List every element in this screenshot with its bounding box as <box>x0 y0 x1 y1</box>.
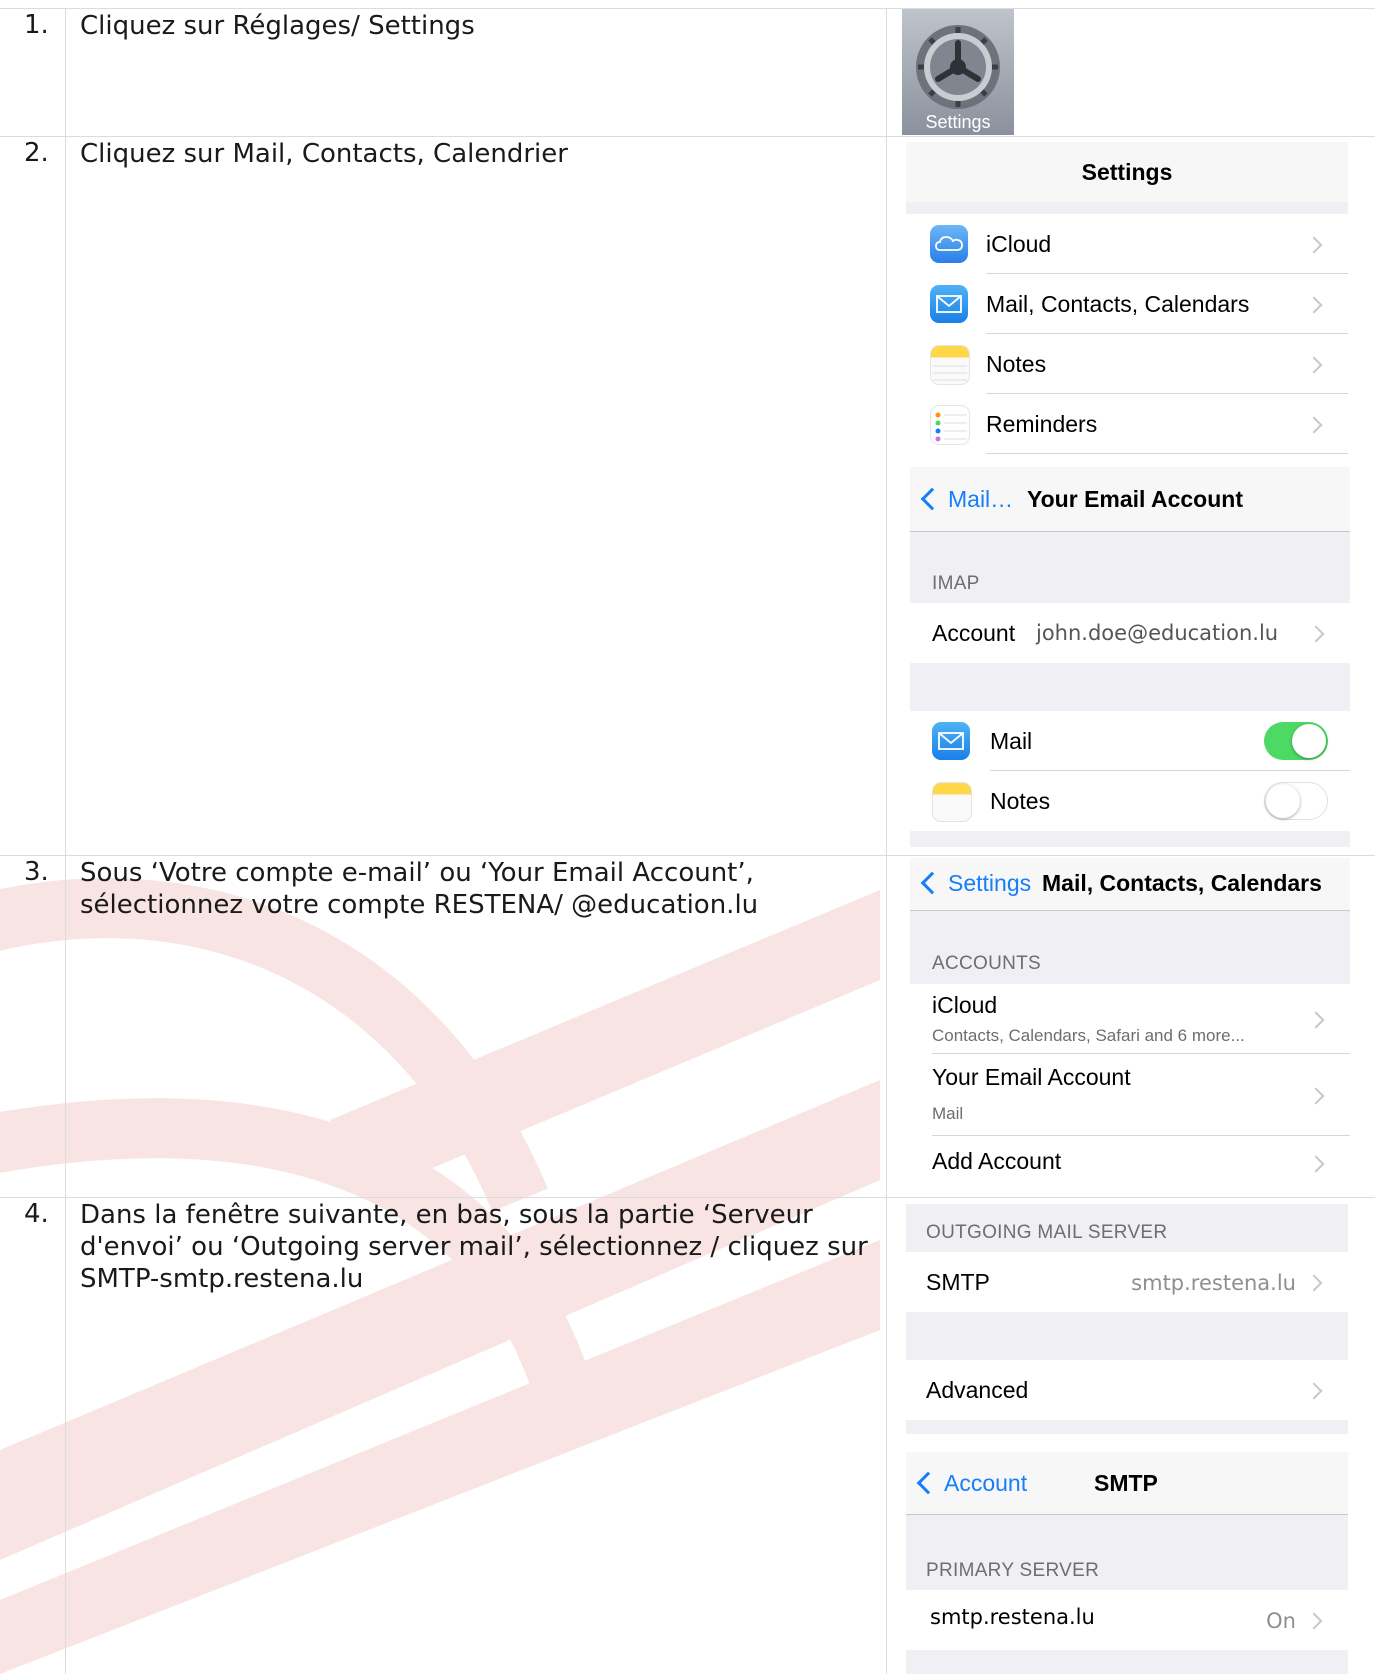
mail-icon <box>930 285 968 323</box>
smtp-value: smtp.restena.lu <box>1131 1271 1296 1295</box>
back-chevron-icon <box>916 1471 940 1495</box>
notes-toggle[interactable] <box>1264 782 1328 820</box>
gear-icon <box>916 25 1000 109</box>
server-label: smtp.restena.lu <box>930 1605 1095 1629</box>
nav-title: SMTP <box>1094 1470 1158 1496</box>
notes-icon <box>932 782 972 822</box>
step-text: Dans la fenêtre suivante, en bas, sous l… <box>80 1200 868 1294</box>
account-item-label: Add Account <box>932 1148 1062 1174</box>
account-item-add[interactable]: Add Account <box>910 1136 1350 1192</box>
settings-icon-label: Settings <box>925 112 991 132</box>
toggle-label: Mail <box>990 728 1033 754</box>
section-header: IMAP <box>932 573 980 594</box>
settings-item-notes[interactable]: Notes <box>906 334 1348 394</box>
nav-title: Settings <box>1081 159 1173 185</box>
step-number: 1. <box>24 10 49 40</box>
account-item-label: Your Email Account <box>932 1064 1131 1090</box>
settings-screen: Settings iCloud Mail, Contacts, Calendar… <box>906 142 1348 454</box>
settings-item-icloud[interactable]: iCloud <box>906 214 1348 274</box>
back-button[interactable]: Mail… <box>920 486 1013 513</box>
section-header: OUTGOING MAIL SERVER <box>926 1222 1168 1243</box>
account-label: Account <box>932 620 1016 646</box>
settings-app-icon[interactable]: Settings <box>902 9 1014 135</box>
outgoing-server-screen: OUTGOING MAIL SERVER SMTP smtp.restena.l… <box>906 1204 1348 1434</box>
toggle-label: Notes <box>990 788 1051 814</box>
smtp-label: SMTP <box>926 1269 990 1295</box>
account-item-your-email[interactable]: Your Email Account Mail <box>910 1054 1350 1136</box>
account-value: john.doe@education.lu <box>1036 621 1279 645</box>
mail-toggle[interactable] <box>1264 722 1328 760</box>
advanced-row[interactable]: Advanced <box>906 1360 1348 1420</box>
toggle-row-notes: Notes <box>910 771 1350 831</box>
step-number: 3. <box>24 857 49 887</box>
settings-item-mail[interactable]: Mail, Contacts, Calendars <box>906 274 1348 334</box>
email-account-screen: Mail… Your Email Account IMAP Account jo… <box>910 467 1350 847</box>
section-header: ACCOUNTS <box>932 953 1042 974</box>
step-text: Sous ‘Votre compte e-mail’ ou ‘Your Emai… <box>80 858 759 920</box>
back-chevron-icon <box>920 871 944 895</box>
step-text: Cliquez sur Réglages/ Settings <box>80 11 475 41</box>
server-status: On <box>1266 1609 1296 1633</box>
notes-icon <box>930 345 970 385</box>
account-row[interactable]: Account john.doe@education.lu <box>910 603 1350 663</box>
step-text: Cliquez sur Mail, Contacts, Calendrier <box>80 139 568 169</box>
account-item-label: iCloud <box>932 992 998 1018</box>
step-number: 2. <box>24 138 49 168</box>
account-item-sub: Mail <box>932 1104 964 1123</box>
nav-title: Mail, Contacts, Calendars <box>1042 870 1322 896</box>
nav-title: Your Email Account <box>1027 486 1243 512</box>
back-chevron-icon <box>920 487 944 511</box>
settings-item-label: Notes <box>986 351 1047 377</box>
settings-item-label: iCloud <box>986 231 1052 257</box>
smtp-row[interactable]: SMTP smtp.restena.lu <box>906 1252 1348 1312</box>
advanced-label: Advanced <box>926 1377 1029 1403</box>
back-button[interactable]: Settings <box>920 870 1031 897</box>
back-button[interactable]: Account <box>916 1470 1027 1497</box>
toggle-row-mail: Mail <box>910 711 1350 771</box>
primary-server-row[interactable]: smtp.restena.lu On <box>906 1590 1348 1650</box>
settings-item-label: Mail, Contacts, Calendars <box>986 291 1250 317</box>
settings-item-reminders[interactable]: Reminders <box>906 394 1348 454</box>
account-item-sub: Contacts, Calendars, Safari and 6 more..… <box>932 1026 1245 1045</box>
step-number: 4. <box>24 1199 49 1229</box>
section-header: PRIMARY SERVER <box>926 1560 1100 1581</box>
account-item-icloud[interactable]: iCloud Contacts, Calendars, Safari and 6… <box>910 984 1350 1054</box>
mail-contacts-calendars-screen: Settings Mail, Contacts, Calendars ACCOU… <box>910 858 1350 1192</box>
reminders-icon <box>930 405 970 445</box>
settings-item-label: Reminders <box>986 411 1098 437</box>
icloud-icon <box>930 225 968 263</box>
smtp-screen: Account SMTP PRIMARY SERVER smtp.restena… <box>906 1452 1348 1674</box>
mail-icon <box>932 722 970 760</box>
